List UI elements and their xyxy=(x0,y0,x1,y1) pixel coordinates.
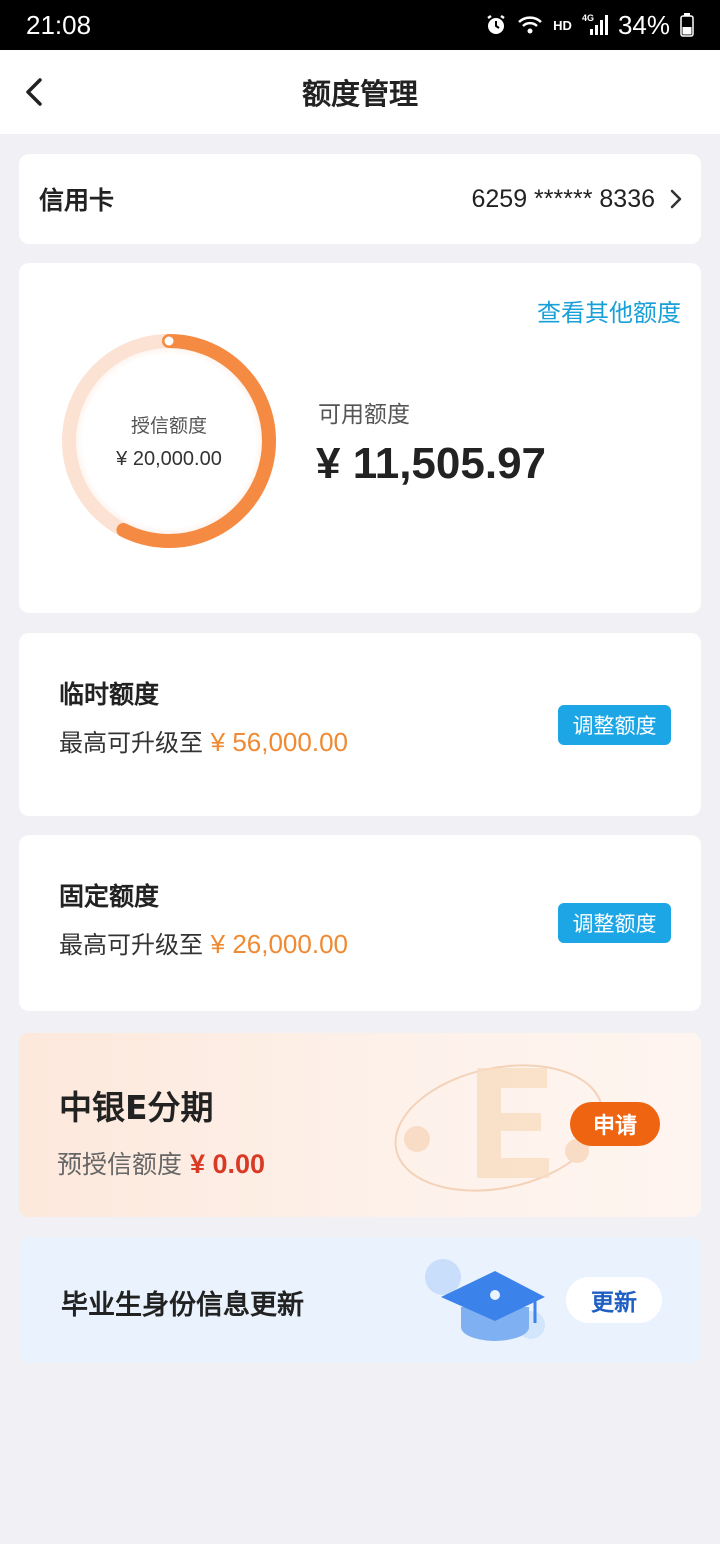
temporary-limit-prefix: 最高可升级至 xyxy=(59,729,211,757)
fixed-limit-card: 固定额度 最高可升级至 ¥ 26,000.00 调整额度 xyxy=(19,835,701,1011)
status-time: 21:08 xyxy=(26,9,92,40)
back-button[interactable] xyxy=(18,76,50,108)
pre-credit-label: 预授信额度 xyxy=(57,1150,190,1179)
adjust-temporary-limit-button[interactable]: 调整额度 xyxy=(558,705,671,745)
adjust-fixed-limit-button[interactable]: 调整额度 xyxy=(558,903,671,943)
nav-bar: 额度管理 xyxy=(0,50,720,134)
granted-limit-label: 授信额度 xyxy=(130,415,207,437)
fixed-limit-prefix: 最高可升级至 xyxy=(59,931,211,959)
granted-limit-value: ¥ 20,000.00 xyxy=(116,448,222,470)
graduate-update-title: 毕业生身份信息更新 xyxy=(61,1290,304,1321)
status-bar: 21:08 HD 4G 34% xyxy=(0,0,720,50)
alarm-icon xyxy=(485,14,507,36)
e-installment-subtitle: 预授信额度 ¥ 0.00 xyxy=(57,1145,265,1181)
e-installment-title: 中银E分期 xyxy=(59,1088,214,1127)
signal-icon: 4G xyxy=(582,13,608,37)
e-installment-card[interactable]: 中银E分期 预授信额度 ¥ 0.00 申请 xyxy=(19,1033,701,1217)
chevron-right-icon xyxy=(670,189,682,209)
temporary-limit-title: 临时额度 xyxy=(59,680,160,709)
credit-summary-card: 查看其他额度 授信额度 ¥ 20,000.00 可用额度 ¥ 11,505.97 xyxy=(19,263,701,613)
chevron-left-icon xyxy=(26,78,42,106)
card-number-group: 6259 ****** 8336 xyxy=(472,185,684,214)
battery-percent: 34% xyxy=(617,9,670,40)
apply-button[interactable]: 申请 xyxy=(570,1102,660,1146)
fixed-limit-amount: ¥ 26,000.00 xyxy=(210,929,348,959)
wifi-icon xyxy=(517,14,543,36)
ring-center: 授信额度 ¥ 20,000.00 xyxy=(59,331,279,551)
hd-indicator: HD xyxy=(553,17,572,33)
available-limit-value: ¥ 11,505.97 xyxy=(316,439,547,488)
page-title: 额度管理 xyxy=(301,77,418,111)
battery-icon xyxy=(680,13,694,37)
available-limit-label: 可用额度 xyxy=(318,402,410,428)
temporary-limit-card: 临时额度 最高可升级至 ¥ 56,000.00 调整额度 xyxy=(19,633,701,816)
fixed-limit-title: 固定额度 xyxy=(59,882,160,911)
card-type-label: 信用卡 xyxy=(39,186,115,215)
card-number: 6259 ****** 8336 xyxy=(471,184,656,213)
temporary-limit-subtitle: 最高可升级至 ¥ 56,000.00 xyxy=(59,723,348,758)
view-other-limits-link[interactable]: 查看其他额度 xyxy=(537,293,681,328)
pre-credit-amount: ¥ 0.00 xyxy=(189,1149,266,1179)
graduate-update-card[interactable]: 毕业生身份信息更新 更新 xyxy=(19,1237,701,1363)
graduation-cap-icon xyxy=(425,1259,545,1341)
card-selector[interactable]: 信用卡 6259 ****** 8336 xyxy=(19,154,701,244)
update-button[interactable]: 更新 xyxy=(566,1277,662,1323)
status-icons: HD 4G 34% xyxy=(485,10,694,41)
fixed-limit-subtitle: 最高可升级至 ¥ 26,000.00 xyxy=(59,925,348,960)
temporary-limit-amount: ¥ 56,000.00 xyxy=(210,727,348,757)
svg-text:4G: 4G xyxy=(582,13,594,23)
